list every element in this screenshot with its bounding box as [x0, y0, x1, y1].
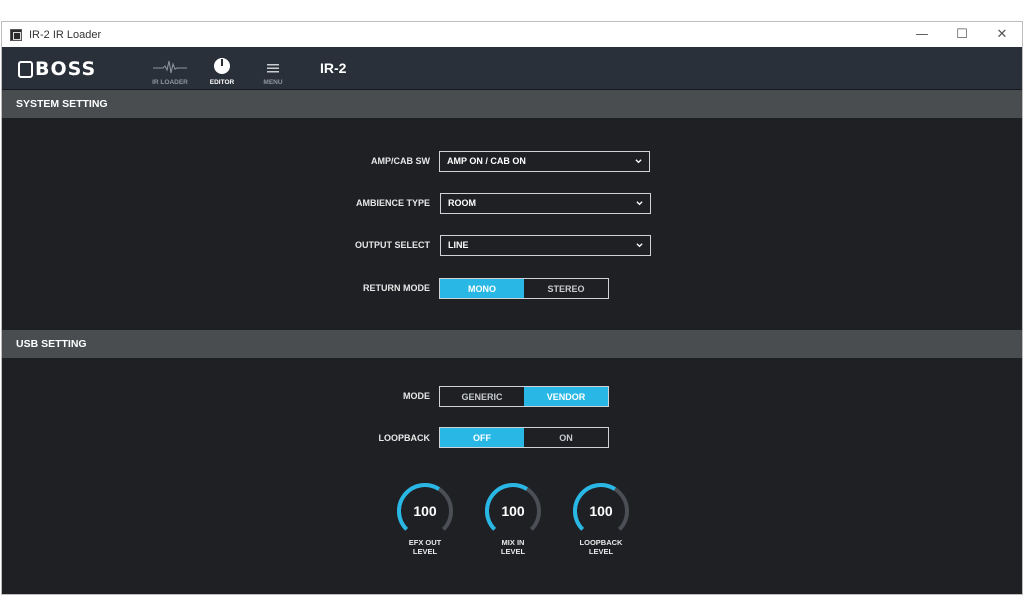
hamburger-icon [267, 64, 279, 73]
mix-in-level-label: MIX IN LEVEL [473, 538, 553, 556]
mix-in-level-label-line2: LEVEL [500, 547, 526, 556]
ir-loader-button[interactable]: IR LOADER [145, 51, 195, 89]
usb-mode-label: MODE [403, 391, 430, 401]
amp-cab-sw-select[interactable]: AMP ON / CAB ON [439, 151, 650, 172]
app-icon [10, 28, 22, 41]
loopback-off-button[interactable]: OFF [440, 428, 524, 447]
chevron-down-icon [636, 243, 643, 248]
usb-mode-toggle: GENERIC VENDOR [439, 386, 609, 407]
brand-text: BOSS [35, 58, 97, 80]
waveform-icon [153, 60, 187, 74]
menu-button[interactable]: MENU [248, 51, 298, 89]
ambience-type-label: AMBIENCE TYPE [355, 198, 430, 208]
efx-out-level-label-line1: EFX OUT [408, 538, 442, 547]
ambience-type-select[interactable]: ROOM [440, 193, 651, 214]
system-setting-header: SYSTEM SETTING [2, 90, 1022, 118]
device-name: IR-2 [320, 60, 347, 76]
loopback-level-knob[interactable]: 100 [571, 481, 631, 541]
usb-setting-header: USB SETTING [2, 330, 1022, 358]
return-mode-stereo-button[interactable]: STEREO [524, 279, 608, 298]
return-mode-mono-button[interactable]: MONO [440, 279, 524, 298]
window-title: IR-2 IR Loader [29, 28, 102, 41]
chevron-down-icon [636, 201, 643, 206]
loopback-level-value: 100 [589, 503, 613, 519]
output-select-select[interactable]: LINE [440, 235, 651, 256]
return-mode-label: RETURN MODE [363, 283, 430, 293]
close-icon[interactable]: ✕ [982, 22, 1022, 47]
return-mode-toggle: MONO STEREO [439, 278, 609, 299]
knob-icon [214, 58, 230, 74]
boss-logo: BOSS [18, 58, 96, 80]
title-bar: IR-2 IR Loader — ☐ ✕ [2, 22, 1022, 47]
efx-out-level-value: 100 [413, 503, 437, 519]
loopback-on-button[interactable]: ON [524, 428, 608, 447]
loopback-level-label-line1: LOOPBACK [579, 538, 623, 547]
minimize-icon[interactable]: — [902, 22, 942, 47]
amp-cab-sw-value: AMP ON / CAB ON [447, 156, 526, 166]
menu-label: MENU [263, 79, 283, 86]
window-controls: — ☐ ✕ [902, 22, 1022, 47]
efx-out-level-label: EFX OUT LEVEL [385, 538, 465, 556]
mix-in-level-value: 100 [501, 503, 525, 519]
editor-label: EDITOR [209, 79, 235, 86]
editor-button[interactable]: EDITOR [197, 51, 247, 89]
toolbar: BOSS IR LOADER EDITOR MENU IR-2 [2, 47, 1022, 90]
usb-mode-generic-button[interactable]: GENERIC [440, 387, 524, 406]
chevron-down-icon [635, 159, 642, 164]
loopback-toggle: OFF ON [439, 427, 609, 448]
usb-mode-vendor-button[interactable]: VENDOR [524, 387, 608, 406]
ir-loader-label: IR LOADER [152, 79, 188, 86]
maximize-icon[interactable]: ☐ [942, 22, 982, 47]
boss-logo-mark [18, 60, 33, 78]
loopback-label: LOOPBACK [378, 433, 431, 443]
app-window: IR-2 IR Loader — ☐ ✕ BOSS IR LOADER EDIT… [1, 21, 1023, 595]
loopback-level-label: LOOPBACK LEVEL [561, 538, 641, 556]
output-select-value: LINE [448, 240, 469, 250]
mix-in-level-knob[interactable]: 100 [483, 481, 543, 541]
amp-cab-sw-label: AMP/CAB SW [371, 156, 430, 166]
efx-out-level-knob[interactable]: 100 [395, 481, 455, 541]
efx-out-level-label-line2: LEVEL [412, 547, 438, 556]
output-select-label: OUTPUT SELECT [354, 240, 430, 250]
ambience-type-value: ROOM [448, 198, 476, 208]
mix-in-level-label-line1: MIX IN [501, 538, 525, 547]
loopback-level-label-line2: LEVEL [588, 547, 614, 556]
